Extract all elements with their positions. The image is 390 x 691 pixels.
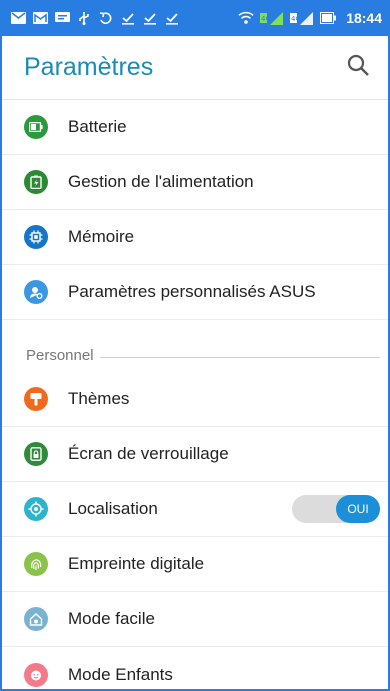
message-icon [54, 10, 70, 26]
power-management-icon [24, 170, 48, 194]
section-divider [99, 357, 380, 358]
system-status-icons: 4G 4G 18:44 [238, 10, 382, 26]
settings-item-easy-mode[interactable]: Mode facile [0, 592, 390, 647]
mail-icon [10, 10, 26, 26]
fingerprint-icon [24, 552, 48, 576]
memory-icon [24, 225, 48, 249]
settings-item-label: Thèmes [68, 389, 130, 408]
status-time: 18:44 [346, 10, 382, 26]
notification-icons [10, 10, 238, 26]
lock-screen-icon [24, 442, 48, 466]
settings-item-label: Mode facile [68, 609, 155, 628]
battery-icon [24, 115, 48, 139]
settings-item-kids-mode[interactable]: Mode Enfants [0, 647, 390, 691]
download-done-icon [142, 10, 158, 26]
wifi-icon [238, 10, 254, 26]
settings-item-label: Mode Enfants [68, 664, 173, 684]
settings-item-label: Mémoire [68, 227, 135, 246]
status-bar: 4G 4G 18:44 [0, 0, 390, 36]
settings-item-battery[interactable]: Batterie [0, 100, 390, 155]
battery-status-icon [320, 10, 337, 26]
settings-item-label: Localisation [68, 499, 158, 518]
settings-item-label: Batterie [68, 117, 127, 136]
section-header-label: Personnel [26, 347, 94, 364]
themes-icon [24, 387, 48, 411]
download-done-icon [164, 10, 180, 26]
settings-item-label: Gestion de l'alimentation [68, 172, 254, 191]
settings-item-fingerprint[interactable]: Empreinte digitale [0, 537, 390, 592]
svg-text:4G: 4G [291, 15, 301, 23]
svg-text:4G: 4G [261, 15, 271, 23]
page-title: Paramètres [24, 53, 154, 81]
settings-item-memory[interactable]: Mémoire [0, 210, 390, 265]
search-icon [346, 53, 370, 82]
settings-item-power-management[interactable]: Gestion de l'alimentation [0, 155, 390, 210]
signal-sim1-icon: 4G [260, 10, 284, 26]
settings-item-lock-screen[interactable]: Écran de verrouillage [0, 427, 390, 482]
sync-icon [98, 10, 114, 26]
section-header-personal: Personnel [0, 320, 390, 372]
gmail-icon [32, 10, 48, 26]
easy-mode-icon [24, 607, 48, 631]
settings-item-asus-settings[interactable]: Paramètres personnalisés ASUS [0, 265, 390, 320]
settings-item-label: Écran de verrouillage [68, 444, 229, 463]
download-done-icon [120, 10, 136, 26]
location-toggle[interactable]: OUI [292, 495, 380, 523]
settings-item-location[interactable]: Localisation OUI [0, 482, 390, 537]
location-icon [24, 497, 48, 521]
settings-item-label: Paramètres personnalisés ASUS [68, 282, 316, 301]
search-button[interactable] [342, 52, 374, 84]
settings-item-label: Empreinte digitale [68, 554, 205, 573]
signal-sim2-icon: 4G [290, 10, 314, 26]
usb-icon [76, 10, 92, 26]
asus-settings-icon [24, 280, 48, 304]
kids-mode-icon [24, 662, 48, 687]
settings-item-themes[interactable]: Thèmes [0, 372, 390, 427]
location-toggle-state: OUI [336, 495, 380, 523]
app-bar: Paramètres [0, 36, 390, 100]
